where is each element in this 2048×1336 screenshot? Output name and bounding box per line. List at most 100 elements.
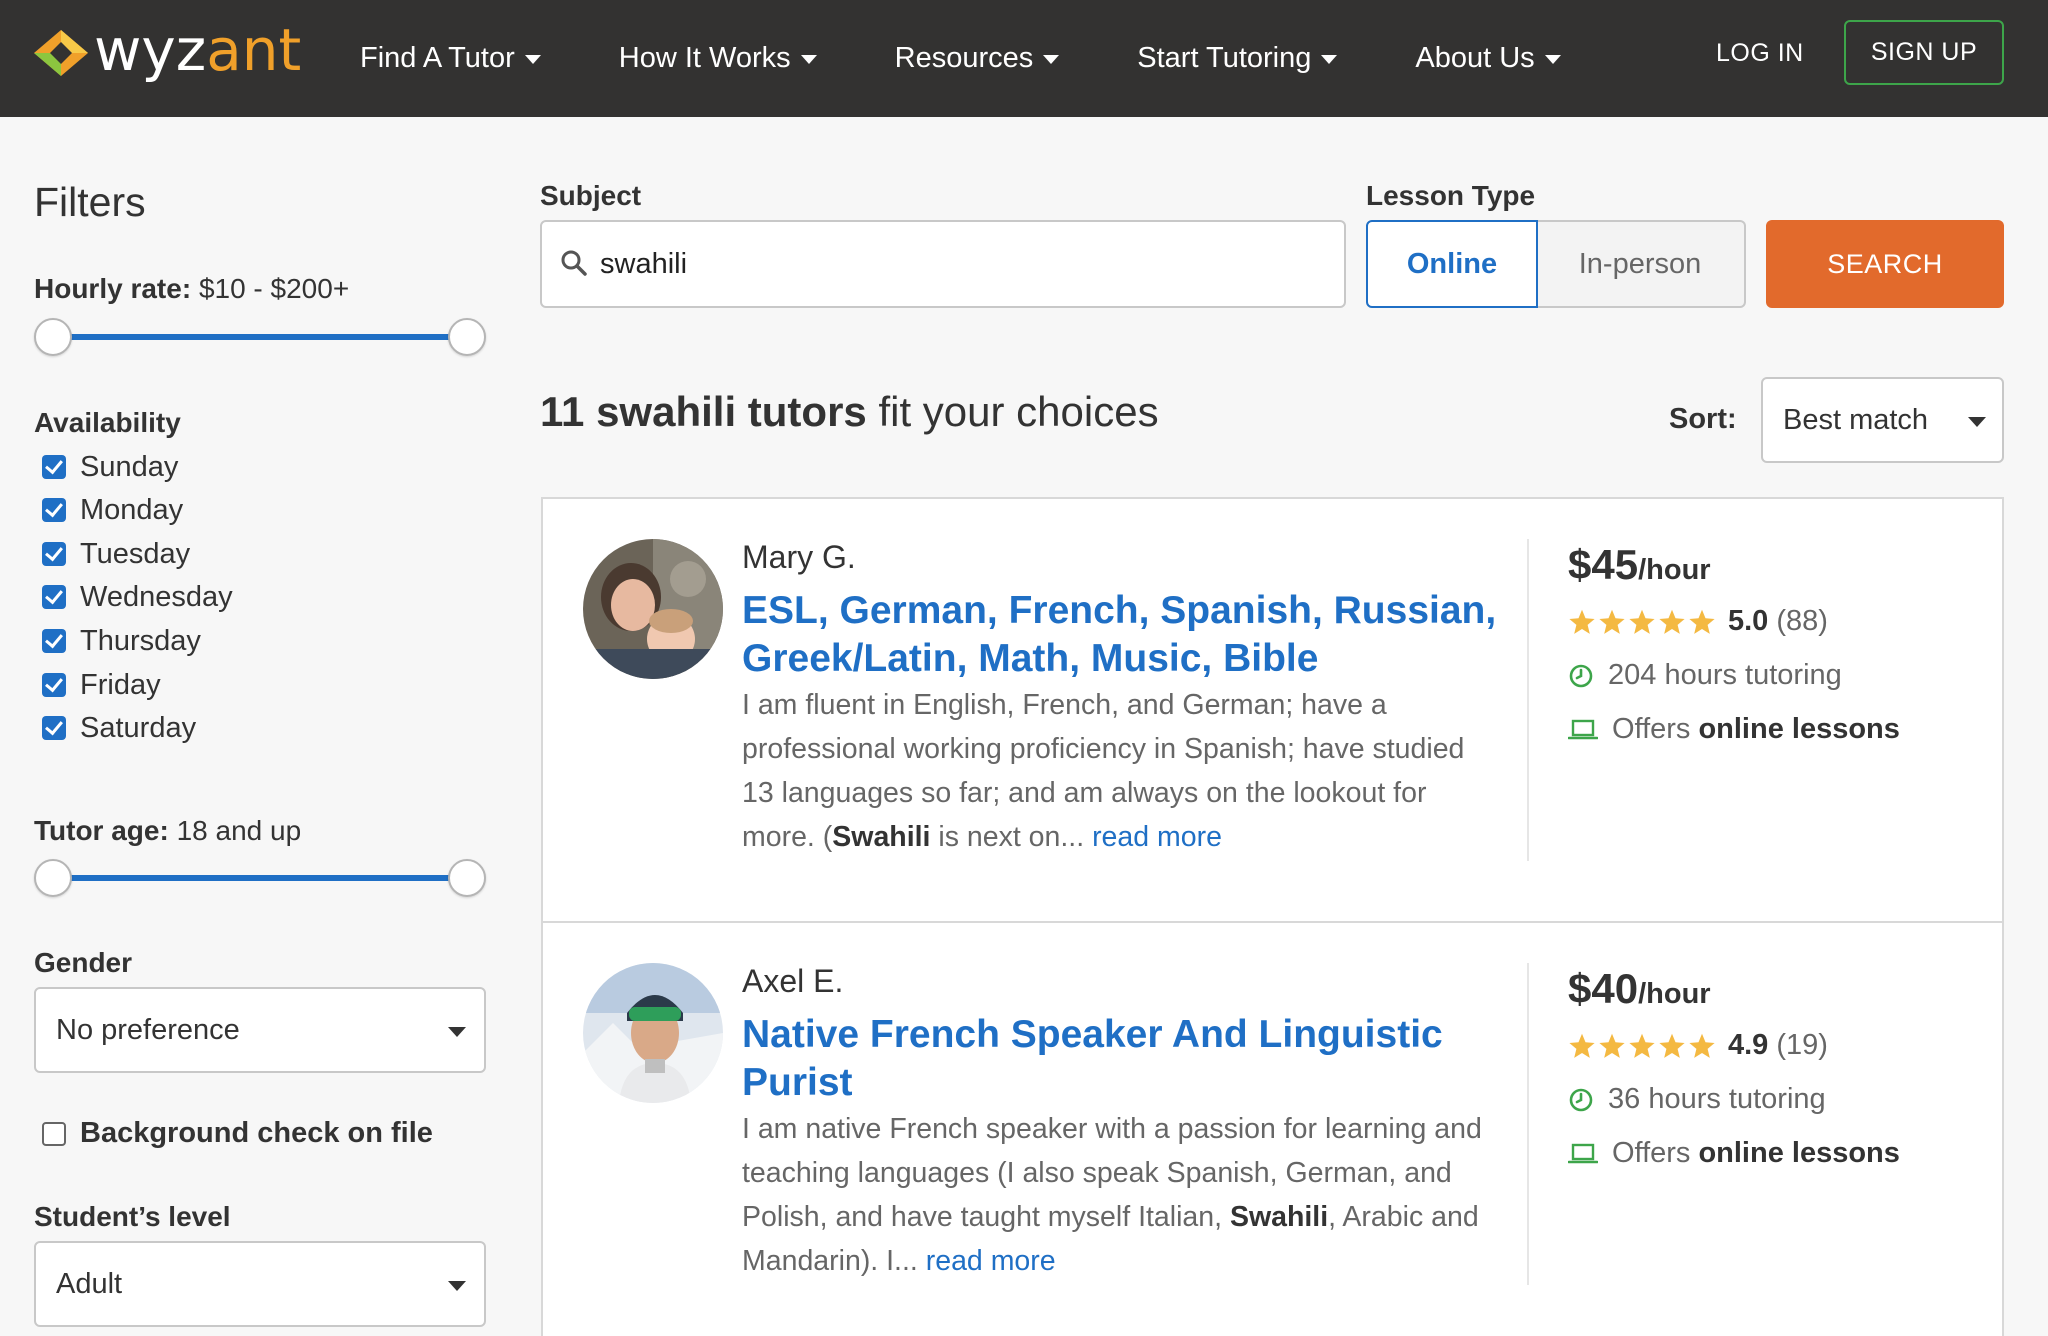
tutor-age-label: Tutor age: 18 and up <box>34 815 302 846</box>
checkbox-tuesday[interactable]: Tuesday <box>42 534 190 574</box>
filters-title: Filters <box>34 179 146 225</box>
star-icon <box>1629 609 1655 634</box>
chevron-down-icon <box>1968 417 1986 427</box>
star-icon <box>1569 609 1595 634</box>
checkbox-checked-icon[interactable] <box>42 542 66 566</box>
checkbox-checked-icon[interactable] <box>42 716 66 740</box>
clock-icon <box>1569 1088 1593 1111</box>
avatar-photo <box>583 539 723 679</box>
search-button[interactable]: SEARCH <box>1766 220 2004 308</box>
clock-icon <box>1569 664 1593 687</box>
checkbox-monday[interactable]: Monday <box>42 490 183 530</box>
checkbox-saturday[interactable]: Saturday <box>42 708 196 748</box>
chevron-down-icon <box>448 1027 466 1037</box>
tutor-avatar[interactable] <box>583 963 723 1103</box>
star-icon <box>1689 1033 1715 1058</box>
star-rating <box>1568 608 1718 636</box>
logo-diamond-icon <box>34 30 88 76</box>
gender-selected-value: No preference <box>56 1013 240 1046</box>
tutor-price: $40/hour <box>1568 965 1711 1012</box>
slider-handle-min[interactable] <box>34 859 72 897</box>
read-more-link[interactable]: read more <box>1092 821 1222 853</box>
sort-select[interactable]: Best match <box>1761 377 2004 463</box>
read-more-link[interactable]: read more <box>926 1245 1056 1277</box>
tutor-name[interactable]: Axel E. <box>742 963 843 1000</box>
tutor-results-list: Mary G. ESL, German, French, Spanish, Ru… <box>541 497 2004 1336</box>
rating-score: 5.0 <box>1728 605 1769 637</box>
checkbox-wednesday[interactable]: Wednesday <box>42 577 233 617</box>
gender-select[interactable]: No preference <box>34 987 486 1073</box>
top-navigation-bar: wyzant Find A Tutor How It Works Resourc… <box>0 0 2048 117</box>
nav-resources[interactable]: Resources <box>895 42 1060 75</box>
review-count: (19) <box>1776 1029 1828 1061</box>
slider-track <box>52 875 468 881</box>
tutor-rating: 5.0 (88) <box>1568 605 1828 638</box>
tutor-card[interactable]: Mary G. ESL, German, French, Spanish, Ru… <box>543 499 2002 921</box>
laptop-icon <box>1568 719 1598 739</box>
tutoring-hours: 36 hours tutoring <box>1568 1083 1826 1116</box>
star-icon <box>1629 1033 1655 1058</box>
main-nav: Find A Tutor How It Works Resources Star… <box>360 0 1639 117</box>
online-lessons-offer: Offers online lessons <box>1568 713 1900 746</box>
chevron-down-icon <box>1321 55 1338 64</box>
chevron-down-icon <box>800 55 817 64</box>
level-selected-value: Adult <box>56 1267 123 1300</box>
checkbox-checked-icon[interactable] <box>42 673 66 697</box>
star-icon <box>1659 1033 1685 1058</box>
slider-handle-min[interactable] <box>34 318 72 356</box>
tutor-card[interactable]: Axel E. Native French Speaker And Lingui… <box>543 921 2002 1336</box>
slider-handle-max[interactable] <box>448 318 486 356</box>
tutor-age-slider[interactable] <box>34 858 486 898</box>
star-icon <box>1659 609 1685 634</box>
wyzant-logo[interactable]: wyzant <box>32 16 302 88</box>
checkbox-checked-icon[interactable] <box>42 498 66 522</box>
card-divider <box>1527 539 1529 861</box>
review-count: (88) <box>1776 605 1828 637</box>
nav-how-it-works[interactable]: How It Works <box>619 42 817 75</box>
slider-track <box>52 334 468 340</box>
login-link[interactable]: LOG IN <box>1716 36 1804 70</box>
card-divider <box>1527 963 1529 1285</box>
lesson-type-label: Lesson Type <box>1366 180 1536 211</box>
nav-about-us[interactable]: About Us <box>1415 42 1561 75</box>
search-icon <box>561 250 587 276</box>
lesson-type-inperson-toggle[interactable]: In-person <box>1536 220 1746 308</box>
tutor-title-link[interactable]: ESL, German, French, Spanish, Russian, G… <box>742 587 1502 683</box>
hourly-rate-slider[interactable] <box>34 317 486 357</box>
subject-label: Subject <box>540 180 642 211</box>
tutor-description: I am native French speaker with a passio… <box>742 1113 1482 1277</box>
checkbox-friday[interactable]: Friday <box>42 665 161 705</box>
chevron-down-icon <box>1544 55 1561 64</box>
star-icon <box>1599 609 1625 634</box>
gender-title: Gender <box>34 947 133 978</box>
checkbox-checked-icon[interactable] <box>42 455 66 479</box>
tutor-price: $45/hour <box>1568 541 1711 588</box>
logo-text: wyzant <box>94 16 302 84</box>
subject-input[interactable]: swahili <box>540 220 1346 308</box>
nav-find-a-tutor[interactable]: Find A Tutor <box>360 42 541 75</box>
checkbox-checked-icon[interactable] <box>42 629 66 653</box>
tutor-avatar[interactable] <box>583 539 723 679</box>
results-count-heading: 11 swahili tutors fit your choices <box>540 388 1159 435</box>
signup-button[interactable]: SIGN UP <box>1844 20 2004 85</box>
tutor-name[interactable]: Mary G. <box>742 539 856 576</box>
tutor-title-link[interactable]: Native French Speaker And Linguistic Pur… <box>742 1011 1502 1107</box>
tutor-description: I am fluent in English, French, and Germ… <box>742 689 1465 853</box>
checkbox-thursday[interactable]: Thursday <box>42 621 201 661</box>
background-check-checkbox[interactable]: Background check on file <box>42 1117 433 1150</box>
rating-score: 4.9 <box>1728 1029 1769 1061</box>
checkbox-checked-icon[interactable] <box>42 585 66 609</box>
checkbox-unchecked-icon[interactable] <box>42 1121 66 1146</box>
hourly-rate-label: Hourly rate: $10 - $200+ <box>34 273 350 304</box>
online-lessons-offer: Offers online lessons <box>1568 1137 1900 1170</box>
tutor-rating: 4.9 (19) <box>1568 1029 1828 1062</box>
nav-start-tutoring[interactable]: Start Tutoring <box>1137 42 1338 75</box>
chevron-down-icon <box>524 55 541 64</box>
students-level-title: Student’s level <box>34 1201 231 1232</box>
slider-handle-max[interactable] <box>448 859 486 897</box>
checkbox-sunday[interactable]: Sunday <box>42 447 178 487</box>
chevron-down-icon <box>448 1281 466 1291</box>
laptop-icon <box>1568 1143 1598 1163</box>
students-level-select[interactable]: Adult <box>34 1241 486 1327</box>
lesson-type-online-toggle[interactable]: Online <box>1366 220 1538 308</box>
